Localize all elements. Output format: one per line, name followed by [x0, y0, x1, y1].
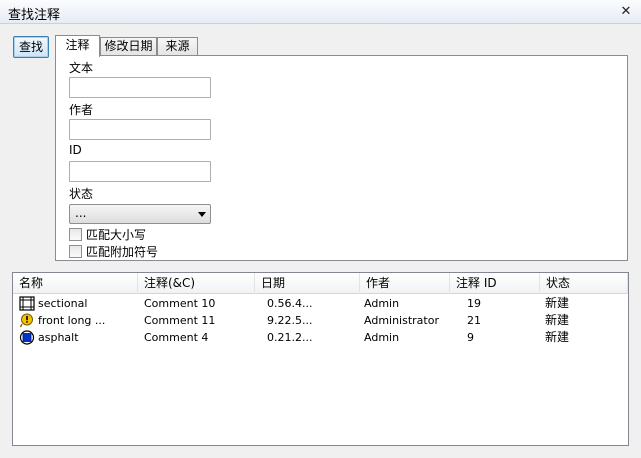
row-comment: Comment 10 — [144, 297, 216, 310]
row-date: 0.56.4... — [267, 297, 313, 310]
row-name: asphalt — [38, 331, 79, 344]
row-author: Administrator — [364, 314, 439, 327]
column-header-status[interactable]: 状态 — [540, 273, 628, 294]
title-bar: 查找注释 ✕ — [0, 0, 641, 24]
chevron-down-icon — [198, 212, 206, 217]
row-name: sectional — [38, 297, 88, 310]
results-list[interactable]: 名称 注释(&C) 日期 作者 注释 ID 状态 sectional Comme… — [12, 272, 629, 446]
table-row[interactable]: asphalt Comment 4 0.21.2... Admin 9 新建 — [13, 329, 628, 346]
column-header-annotation-id[interactable]: 注释 ID — [450, 273, 540, 294]
annotation-tab-panel: 文本 作者 ID 状态 ... 匹配大小写 匹配附加符号 — [55, 55, 628, 261]
status-value: ... — [75, 206, 87, 220]
text-label: 文本 — [69, 61, 94, 75]
status-label: 状态 — [69, 187, 94, 201]
row-status: 新建 — [545, 330, 570, 344]
match-case-checkbox[interactable] — [69, 228, 82, 241]
tab-source[interactable]: 来源 — [157, 37, 198, 56]
column-header-author[interactable]: 作者 — [360, 273, 450, 294]
film-frame-icon — [19, 296, 35, 311]
row-name: front long ... — [38, 314, 106, 327]
status-dropdown[interactable]: ... — [69, 204, 211, 224]
close-button[interactable]: ✕ — [617, 3, 635, 21]
row-date: 9.22.5... — [267, 314, 313, 327]
table-row[interactable]: sectional Comment 10 0.56.4... Admin 19 … — [13, 295, 628, 312]
row-id: 21 — [467, 314, 481, 327]
table-row[interactable]: front long ... Comment 11 9.22.5... Admi… — [13, 312, 628, 329]
column-header-date[interactable]: 日期 — [255, 273, 360, 294]
match-case-label: 匹配大小写 — [86, 228, 147, 242]
row-id: 19 — [467, 297, 481, 310]
warning-pin-icon — [19, 313, 33, 328]
row-status: 新建 — [545, 313, 570, 327]
row-comment: Comment 11 — [144, 314, 216, 327]
row-author: Admin — [364, 331, 400, 344]
id-field[interactable] — [69, 161, 211, 182]
column-header-name[interactable]: 名称 — [13, 273, 138, 294]
row-date: 0.21.2... — [267, 331, 313, 344]
row-id: 9 — [467, 331, 474, 344]
author-label: 作者 — [69, 103, 94, 117]
window-title: 查找注释 — [8, 8, 61, 23]
row-comment: Comment 4 — [144, 331, 209, 344]
match-diacritics-label: 匹配附加符号 — [86, 245, 159, 259]
column-header-comment[interactable]: 注释(&C) — [138, 273, 255, 294]
match-diacritics-checkbox[interactable] — [69, 245, 82, 258]
text-field[interactable] — [69, 77, 211, 98]
author-field[interactable] — [69, 119, 211, 140]
results-header: 名称 注释(&C) 日期 作者 注释 ID 状态 — [13, 273, 628, 294]
row-status: 新建 — [545, 296, 570, 310]
find-button[interactable]: 查找 — [13, 36, 49, 58]
blue-square-icon — [19, 330, 35, 345]
id-label: ID — [69, 143, 82, 157]
tab-annotation[interactable]: 注释 — [55, 35, 100, 57]
tab-modified-date[interactable]: 修改日期 — [100, 37, 157, 56]
row-author: Admin — [364, 297, 400, 310]
